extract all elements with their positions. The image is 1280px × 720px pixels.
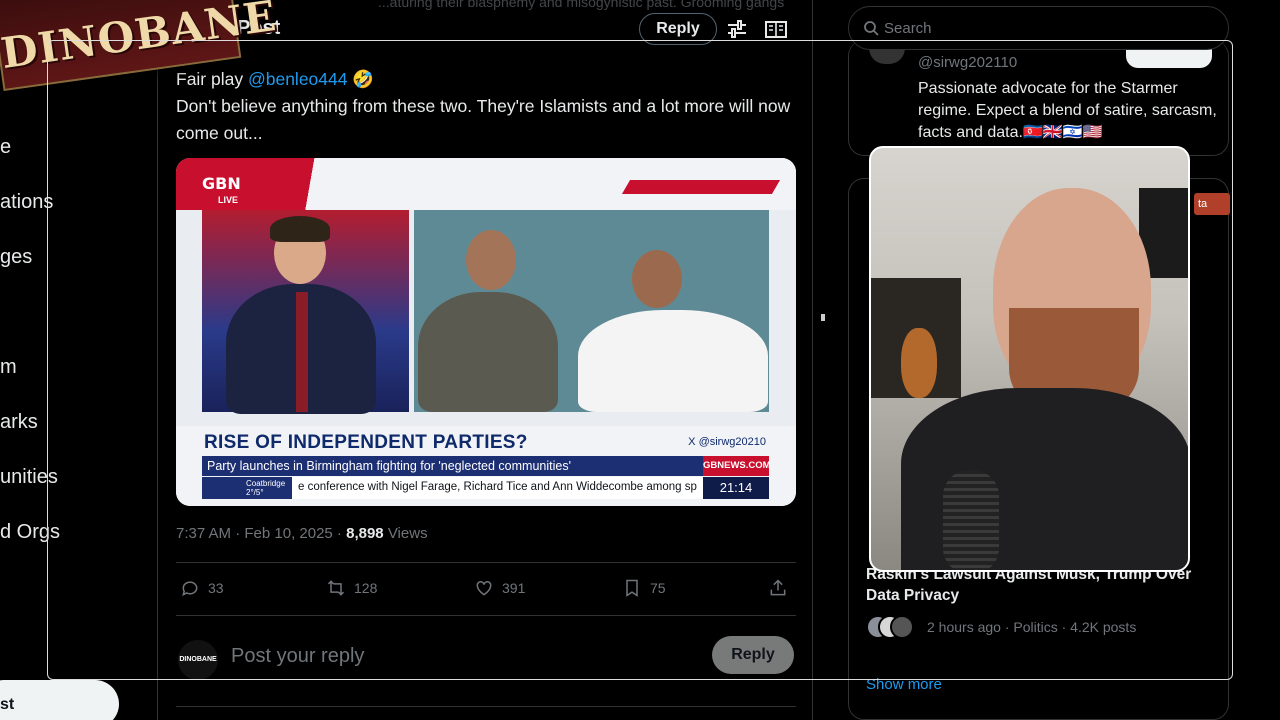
post-button[interactable]: st [0, 680, 119, 720]
nav-item-verified-orgs[interactable]: d Orgs [0, 521, 60, 544]
divider [176, 615, 796, 616]
main-column: ...aturing their blasphemy and misogynis… [157, 0, 813, 720]
nav-item-premium[interactable]: m [0, 356, 17, 379]
reply-submit-button[interactable]: Reply [712, 636, 794, 674]
tweet-text: Don't believe anything from these two. T… [176, 96, 791, 143]
avatar [890, 615, 914, 639]
broadcast-topbar: GBN LIVE [176, 158, 796, 210]
profile-bio: Passionate advocate for the Starmer regi… [918, 80, 1217, 141]
presenter-tie [296, 292, 308, 412]
profile-card: @sirwg202110 Passionate advocate for the… [848, 40, 1229, 156]
broadcast-headline: RISE OF INDEPENDENT PARTIES? [204, 432, 528, 453]
decor-stripe [621, 180, 781, 194]
profile-handle[interactable]: @sirwg202110 [918, 54, 1017, 71]
mouse-cursor [821, 314, 825, 321]
nav-item-home[interactable]: e [0, 136, 11, 159]
weather-temp: 2°/5° [246, 488, 264, 497]
live-indicator: LIVE [218, 195, 239, 205]
reply-count: 33 [208, 580, 224, 596]
gbn-logo: GBN [202, 174, 241, 193]
repost-count: 128 [354, 580, 378, 596]
bookmark-count: 75 [650, 580, 666, 596]
mention-link[interactable]: @benleo444 [248, 69, 348, 89]
channel-tag: GBNEWS.COM [703, 456, 771, 476]
guest1-body [418, 292, 558, 412]
presenter-panel [202, 210, 409, 414]
reply-action[interactable]: 33 [180, 578, 224, 598]
bookmark-icon [626, 579, 638, 597]
like-count: 391 [502, 580, 526, 596]
microphone-icon [943, 470, 999, 570]
search-input[interactable]: Search [848, 6, 1229, 50]
reader-view-icon[interactable] [765, 18, 787, 40]
sliders-icon[interactable] [726, 18, 748, 40]
subheadline: Party launches in Birmingham fighting fo… [207, 459, 571, 473]
bookmark-action[interactable]: 75 [622, 578, 666, 598]
trend-meta: 2 hours ago · Politics · 4.2K posts [927, 619, 1137, 635]
nav-item-communities[interactable]: unities [0, 466, 58, 489]
presenter-hair [270, 216, 330, 242]
tweet-actions: 33 128 391 75 [176, 578, 796, 602]
subheadline-bar: Party launches in Birmingham fighting fo… [202, 456, 771, 476]
nav-item-notifications[interactable]: ations [0, 191, 53, 214]
comment-icon [182, 581, 198, 597]
views-count: 8,898 [346, 525, 384, 542]
tweet-meta: 7:37 AM · Feb 10, 2025 · 8,898 Views [176, 525, 428, 542]
header-reply-button[interactable]: Reply [639, 13, 717, 45]
trend-avatars [866, 615, 918, 639]
live-badge: ta [1194, 193, 1230, 215]
show-more-link[interactable]: Show more [866, 676, 942, 693]
tweet-timestamp[interactable]: 7:37 AM · Feb 10, 2025 · [176, 525, 346, 542]
search-icon [864, 21, 879, 36]
faded-header-text: ...aturing their blasphemy and misogynis… [378, 0, 785, 10]
laughing-emoji: 🤣 [352, 69, 375, 89]
share-icon [770, 579, 786, 596]
views-label: Views [383, 525, 428, 542]
weather-location: Coatbridge [246, 479, 286, 488]
left-sidebar: e ations ges m arks unities d Orgs st [0, 0, 157, 720]
like-action[interactable]: 391 [474, 578, 525, 598]
guest2-body [578, 310, 768, 412]
divider [176, 706, 796, 707]
guest1-head [466, 230, 516, 290]
tweet-body: Fair play @benleo444 🤣 Don't believe any… [176, 66, 796, 147]
tweet-video[interactable]: GBN LIVE RISE OF INDEPENDENT PARTIES? X … [176, 158, 796, 506]
broadcast-clock: 21:14 [703, 477, 769, 499]
repost-icon [327, 580, 345, 596]
lower-third: RISE OF INDEPENDENT PARTIES? X @sirwg202… [176, 426, 796, 506]
search-placeholder: Search [884, 20, 932, 37]
heart-icon [476, 580, 492, 596]
repost-action[interactable]: 128 [326, 578, 377, 598]
reply-input[interactable]: Post your reply [231, 645, 364, 668]
nav-item-messages[interactable]: ges [0, 246, 32, 269]
broadcast-handle: X @sirwg20210 [688, 436, 766, 448]
weather-box: Coatbridge 2°/5° [202, 477, 292, 499]
avatar[interactable]: DINOBANE [178, 640, 218, 680]
nav-item-bookmarks[interactable]: arks [0, 411, 38, 434]
guests-panel [414, 210, 769, 412]
guitar-shape [901, 328, 937, 398]
profile-avatar[interactable] [869, 48, 905, 64]
share-action[interactable] [768, 578, 788, 598]
news-ticker: Coatbridge 2°/5° e conference with Nigel… [202, 477, 769, 499]
tweet-intro-text: Fair play [176, 69, 248, 89]
guest2-head [632, 250, 682, 308]
webcam-overlay [869, 146, 1190, 572]
divider [176, 562, 796, 563]
ticker-text: e conference with Nigel Farage, Richard … [298, 481, 697, 493]
